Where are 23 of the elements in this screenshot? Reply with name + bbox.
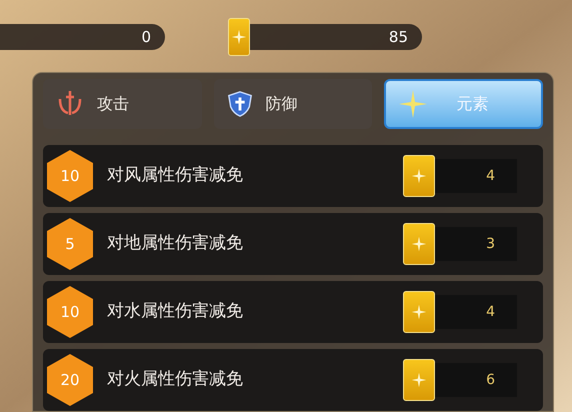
counter-value: 0	[141, 26, 151, 48]
level-badge: 10	[47, 150, 93, 202]
counter-value: 85	[388, 26, 408, 48]
attribute-label: 对地属性伤害减免	[107, 232, 243, 256]
attribute-label: 对风属性伤害减免	[107, 164, 243, 188]
category-tab[interactable]: 防御	[214, 79, 372, 129]
level-badge: 5	[47, 218, 93, 270]
cost-value: 4	[486, 166, 495, 186]
cost-value: 3	[486, 234, 495, 254]
star-card-icon	[228, 18, 250, 56]
level-badge: 20	[47, 354, 93, 406]
star-card-icon	[403, 291, 435, 333]
sparkle-icon	[398, 89, 428, 119]
star-card-icon	[403, 155, 435, 197]
star-card-icon	[403, 223, 435, 265]
level-badge: 10	[47, 286, 93, 338]
shield-icon	[226, 89, 254, 119]
category-tab[interactable]: 攻击	[43, 79, 202, 129]
cost-value: 6	[486, 370, 495, 390]
attribute-label: 对水属性伤害减免	[107, 300, 243, 324]
attribute-label: 对火属性伤害减免	[107, 368, 243, 392]
cost-value: 4	[486, 302, 495, 322]
star-card-icon	[403, 359, 435, 401]
